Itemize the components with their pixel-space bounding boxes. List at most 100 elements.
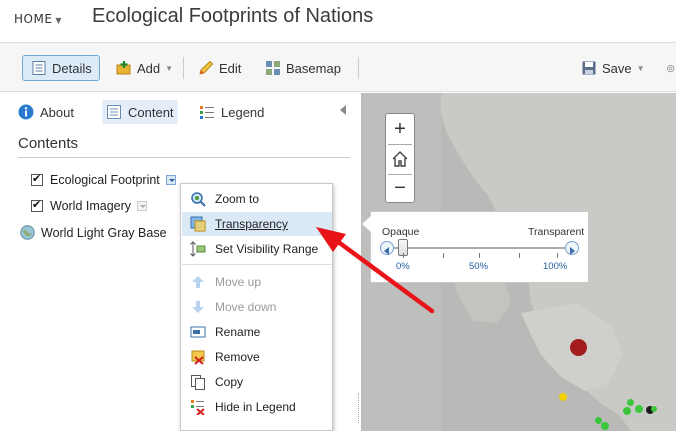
home-extent-button[interactable]: [386, 144, 414, 174]
menu-item-transparency[interactable]: Transparency: [182, 212, 332, 236]
menu-item-move-down[interactable]: Move down: [182, 295, 332, 319]
basemap-label: Basemap: [286, 60, 341, 76]
map-marker[interactable]: [635, 405, 643, 413]
details-icon: [32, 61, 46, 75]
pencil-icon: [199, 60, 214, 75]
layer-context-menu: Zoom to Transparency Set Visibility Rang…: [180, 183, 333, 431]
edit-label: Edit: [219, 60, 242, 76]
increase-transparency-button[interactable]: [565, 241, 579, 255]
transparency-icon: [190, 216, 206, 232]
map-marker[interactable]: [601, 422, 609, 430]
home-menu[interactable]: HOME ▼: [14, 12, 62, 26]
copy-icon: [191, 375, 205, 390]
chevron-down-icon: ▼: [55, 16, 63, 25]
basemap-globe-icon: [20, 225, 35, 240]
basemap-icon: [266, 61, 280, 75]
map-marker[interactable]: [627, 399, 634, 406]
layer-world-light-gray-base: World Light Gray Base: [20, 225, 167, 240]
chevron-down-icon: ▼: [636, 63, 645, 73]
toolbar-divider: [358, 57, 359, 79]
zoom-to-icon: [191, 192, 206, 207]
map-marker[interactable]: [559, 393, 567, 401]
menu-item-rename[interactable]: Rename: [182, 320, 332, 344]
basemap-button[interactable]: Basemap: [265, 55, 341, 81]
zoom-out-button[interactable]: −: [386, 173, 414, 203]
panel-splitter[interactable]: [358, 393, 360, 423]
home-icon: [392, 151, 408, 167]
tick-label-50: 50%: [469, 261, 489, 272]
tab-about-label: About: [40, 104, 74, 120]
map-marker[interactable]: [623, 407, 631, 415]
tab-content[interactable]: Content: [102, 100, 178, 124]
hide-in-legend-icon: [191, 400, 205, 415]
map-marker[interactable]: [651, 406, 657, 412]
save-label: Save: [602, 60, 632, 76]
menu-item-label: Copy: [215, 375, 244, 389]
transparency-popup: Opaque Transparent 0% 50% 100%: [362, 211, 589, 283]
tab-legend-label: Legend: [221, 104, 265, 120]
slider-tick: [479, 253, 480, 258]
layer-world-imagery: World Imagery: [31, 198, 148, 213]
opaque-label: Opaque: [382, 226, 420, 238]
section-title: Contents: [18, 135, 79, 152]
decrease-transparency-button[interactable]: [380, 241, 394, 255]
menu-item-label: Transparency: [215, 217, 288, 231]
menu-item-copy[interactable]: Copy: [182, 370, 332, 394]
menu-item-zoom-to[interactable]: Zoom to: [182, 187, 332, 211]
slider-tick: [443, 253, 444, 258]
layer-options-button[interactable]: [137, 201, 148, 211]
arrow-left-icon: [384, 247, 389, 255]
save-icon: [582, 61, 596, 75]
map-marker[interactable]: [570, 339, 587, 356]
menu-item-label: Move up: [215, 275, 262, 289]
edit-button[interactable]: Edit: [198, 55, 241, 81]
transparent-label: Transparent: [528, 226, 585, 238]
menu-item-label: Set Visibility Range: [215, 242, 319, 256]
layer-name[interactable]: Ecological Footprint: [50, 173, 160, 187]
move-down-icon: [192, 301, 204, 313]
details-label: Details: [52, 60, 92, 76]
popup-pointer: [362, 216, 371, 232]
share-icon: ⊚: [666, 62, 676, 75]
menu-item-hide-in-legend[interactable]: Hide in Legend: [182, 395, 332, 419]
chevron-down-icon: ▼: [165, 63, 174, 73]
zoom-in-button[interactable]: +: [386, 114, 414, 144]
slider-tick: [519, 253, 520, 258]
menu-item-remove[interactable]: Remove: [182, 345, 332, 369]
layer-visibility-checkbox[interactable]: [31, 172, 43, 186]
panel-tabs: About Content Legend: [0, 93, 360, 131]
layer-name[interactable]: World Light Gray Base: [41, 226, 167, 240]
zoom-control: + −: [385, 113, 415, 203]
toolbar-divider: [183, 57, 184, 79]
legend-icon: [200, 106, 214, 119]
menu-item-set-visibility-range[interactable]: Set Visibility Range: [182, 237, 332, 261]
layer-name[interactable]: World Imagery: [50, 199, 131, 213]
zoom-out-icon: −: [394, 176, 406, 199]
rename-icon: [190, 326, 206, 338]
menu-item-label: Zoom to: [215, 192, 260, 206]
transparency-slider-track[interactable]: [393, 247, 565, 249]
add-button[interactable]: Add ▼: [116, 55, 173, 81]
arrow-right-icon: [570, 247, 575, 255]
layer-visibility-checkbox[interactable]: [31, 198, 43, 212]
menu-divider: [182, 264, 332, 265]
tab-legend[interactable]: Legend: [199, 100, 264, 124]
details-button[interactable]: Details: [22, 55, 100, 81]
save-button[interactable]: Save ▼: [581, 55, 645, 81]
page-title: Ecological Footprints of Nations: [92, 5, 374, 27]
header: HOME ▼ Ecological Footprints of Nations: [0, 0, 676, 40]
tab-about[interactable]: About: [18, 100, 74, 124]
collapse-panel-icon[interactable]: [340, 105, 346, 115]
menu-item-move-up[interactable]: Move up: [182, 270, 332, 294]
tab-content-label: Content: [128, 104, 174, 120]
layer-options-button[interactable]: [165, 175, 176, 185]
add-icon: [116, 61, 131, 75]
tick-label-0: 0%: [396, 261, 410, 272]
slider-tick: [557, 253, 558, 258]
remove-icon: [191, 350, 205, 365]
menu-item-label: Rename: [215, 325, 261, 339]
info-icon: [18, 104, 34, 120]
move-up-icon: [192, 276, 204, 288]
share-button[interactable]: ⊚: [666, 55, 675, 81]
divider: [18, 157, 350, 158]
